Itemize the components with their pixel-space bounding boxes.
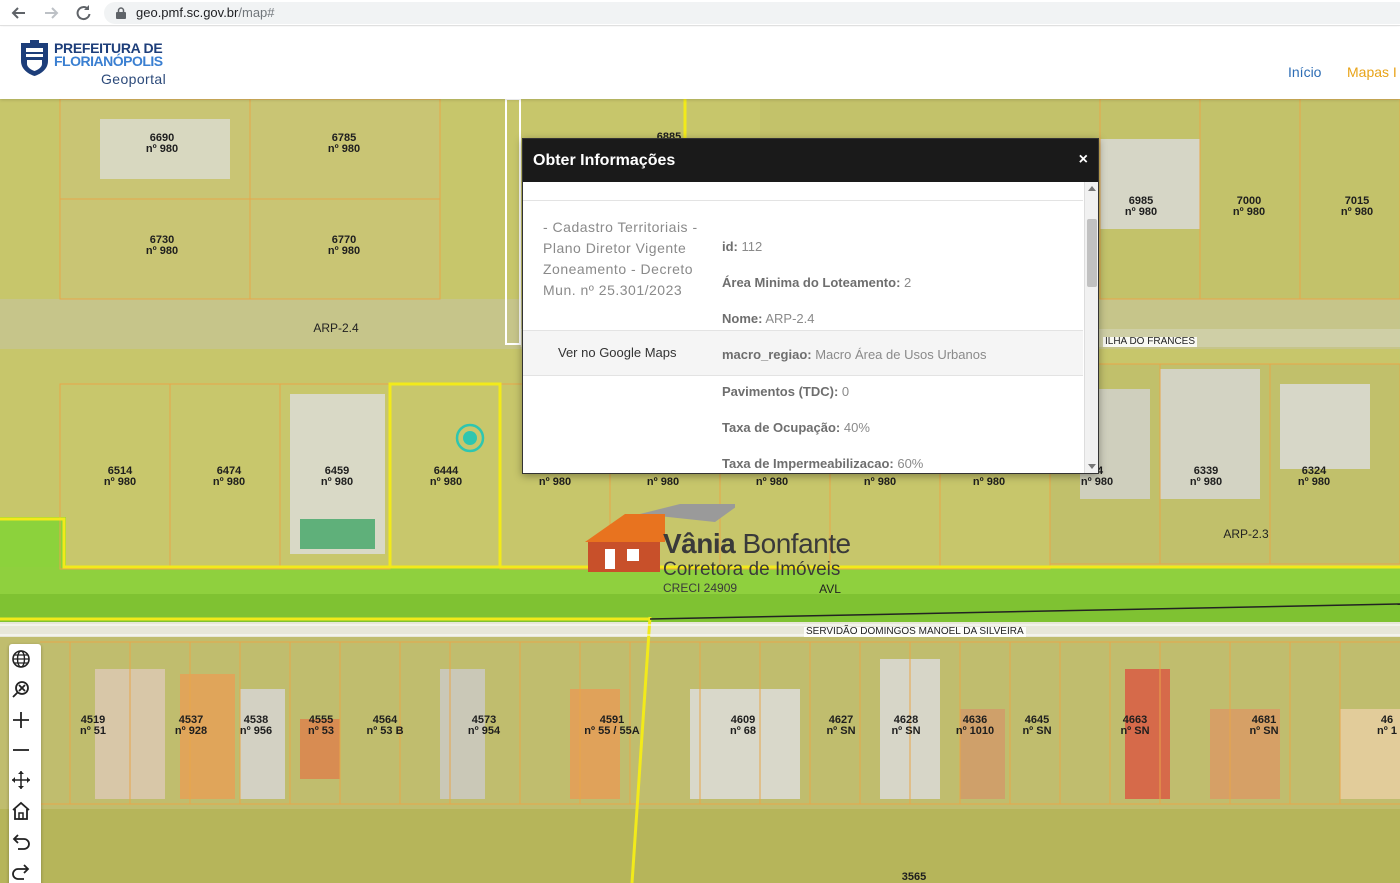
lot-label: 6785 nº 980 — [327, 132, 361, 155]
zoom-select-icon[interactable] — [9, 677, 33, 701]
watermark-subtitle: Corretora de Imóveis — [663, 559, 841, 580]
lot-label: 4537 nº 928 — [174, 714, 208, 737]
lot-label: 46 nº 1 — [1377, 714, 1397, 737]
logo-subtitle: Geoportal — [101, 71, 167, 87]
arrow-left-icon[interactable] — [9, 3, 29, 23]
map-toolbar — [9, 644, 41, 883]
url-host: geo.pmf.sc.gov.br — [136, 5, 239, 20]
street-label: ILHA DO FRANCES — [1103, 336, 1198, 347]
lot-label: 4681 nº SN — [1249, 714, 1279, 737]
zoom-out-icon[interactable] — [9, 738, 33, 762]
lot-label: 4564 nº 53 B — [366, 714, 404, 737]
lot-label: 6339 nº 980 — [1189, 465, 1223, 488]
lot-label: 6444 nº 980 — [429, 465, 463, 488]
undo-icon[interactable] — [9, 830, 33, 854]
lot-label: nº 980 — [538, 476, 572, 488]
scroll-down-icon[interactable] — [1088, 464, 1096, 469]
watermark-creci: CRECI 24909 — [663, 581, 738, 595]
lot-label: 4573 nº 954 — [467, 714, 501, 737]
layer-name: - Cadastro Territoriais - Plano Diretor … — [543, 219, 698, 298]
zone-label: ARP-2.4 — [313, 321, 359, 335]
lot-label: 6514 nº 980 — [103, 465, 137, 488]
arrow-right-icon[interactable] — [41, 3, 61, 23]
lot-label: 6324 nº 980 — [1297, 465, 1331, 488]
url-text: geo.pmf.sc.gov.br/map# — [136, 5, 275, 20]
attribute-nome: Nome: ARP-2.4 — [722, 311, 815, 326]
logo-city: FLORIANÓPOLIS — [54, 53, 163, 69]
lot-label: 4627 nº SN — [826, 714, 856, 737]
address-bar[interactable]: geo.pmf.sc.gov.br/map# — [104, 2, 1400, 24]
watermark-logo: Vânia Bonfante Corretora de Imóveis CREC… — [585, 504, 885, 595]
browser-toolbar: geo.pmf.sc.gov.br/map# — [0, 0, 1400, 26]
site-header: PREFEITURA DE FLORIANÓPOLIS Geoportal In… — [0, 27, 1400, 99]
street-label: SERVIDÃO DOMINGOS MANOEL DA SILVEIRA — [804, 626, 1026, 637]
lot-label: 4628 nº SN — [891, 714, 921, 737]
attribute-macro-regiao: macro_regiao: Macro Área de Usos Urbanos — [722, 347, 987, 362]
lot-label: 4538 nº 956 — [239, 714, 273, 737]
nav-link-mapas[interactable]: Mapas I — [1347, 64, 1397, 80]
row-divider — [523, 200, 1083, 201]
zone-label: ARP-2.3 — [1223, 527, 1269, 541]
lot-label: nº 980 — [972, 476, 1006, 488]
lot-label: 6459 nº 980 — [320, 465, 354, 488]
attribute-taxa-impermeabilizacao: Taxa de Impermeabilizacao: 60% — [722, 456, 924, 471]
lot-label: 6985 nº 980 — [1124, 195, 1158, 218]
popup-scrollbar[interactable] — [1084, 182, 1098, 473]
url-path: /map# — [238, 5, 275, 20]
redo-icon[interactable] — [9, 860, 33, 883]
popup-body: - Cadastro Territoriais - Plano Diretor … — [523, 182, 1083, 473]
lot-label: 4645 nº SN — [1022, 714, 1052, 737]
google-maps-link[interactable]: Ver no Google Maps — [558, 345, 677, 360]
lot-label: 6730 nº 980 — [145, 234, 179, 257]
lot-label: 7015 nº 980 — [1340, 195, 1374, 218]
lot-label: 4591 nº 55 / 55A — [584, 714, 640, 737]
lot-label: 4519 nº 51 — [79, 714, 107, 737]
reload-icon[interactable] — [73, 3, 93, 23]
lot-label: 4636 nº 1010 — [955, 714, 995, 737]
lot-label: 3565 — [901, 871, 927, 883]
nav-link-inicio[interactable]: Início — [1288, 64, 1321, 80]
home-icon[interactable] — [9, 799, 33, 823]
scroll-up-icon[interactable] — [1088, 186, 1096, 191]
lot-label: nº 980 — [863, 476, 897, 488]
lock-icon — [116, 7, 126, 19]
pan-icon[interactable] — [9, 768, 33, 792]
info-popup: Obter Informações × - Cadastro Territori… — [522, 138, 1099, 474]
watermark-name: Vânia Bonfante — [663, 528, 851, 559]
lot-label: nº 980 — [755, 476, 789, 488]
lot-label: 4555 nº 53 — [307, 714, 335, 737]
lot-label: 4609 nº 68 — [729, 714, 757, 737]
attribute-taxa-ocupacao: Taxa de Ocupação: 40% — [722, 420, 870, 435]
lot-label: 6474 nº 980 — [212, 465, 246, 488]
city-crest-icon — [21, 40, 48, 76]
globe-icon[interactable] — [9, 647, 33, 671]
zoom-in-icon[interactable] — [9, 708, 33, 732]
attribute-area-minima: Área Minima do Loteamento: 2 — [722, 275, 912, 290]
attribute-id: id: 112 — [722, 239, 763, 254]
scroll-thumb[interactable] — [1087, 219, 1097, 287]
attribute-pavimentos: Pavimentos (TDC): 0 — [722, 384, 850, 399]
lot-label: nº 980 — [646, 476, 680, 488]
lot-label: 4663 nº SN — [1120, 714, 1150, 737]
lot-label: 6770 nº 980 — [327, 234, 361, 257]
lot-label: 7000 nº 980 — [1232, 195, 1266, 218]
popup-header: Obter Informações × — [523, 139, 1098, 182]
close-icon[interactable]: × — [1079, 151, 1088, 169]
lot-label: 6690 nº 980 — [145, 132, 179, 155]
popup-title: Obter Informações — [533, 152, 676, 169]
